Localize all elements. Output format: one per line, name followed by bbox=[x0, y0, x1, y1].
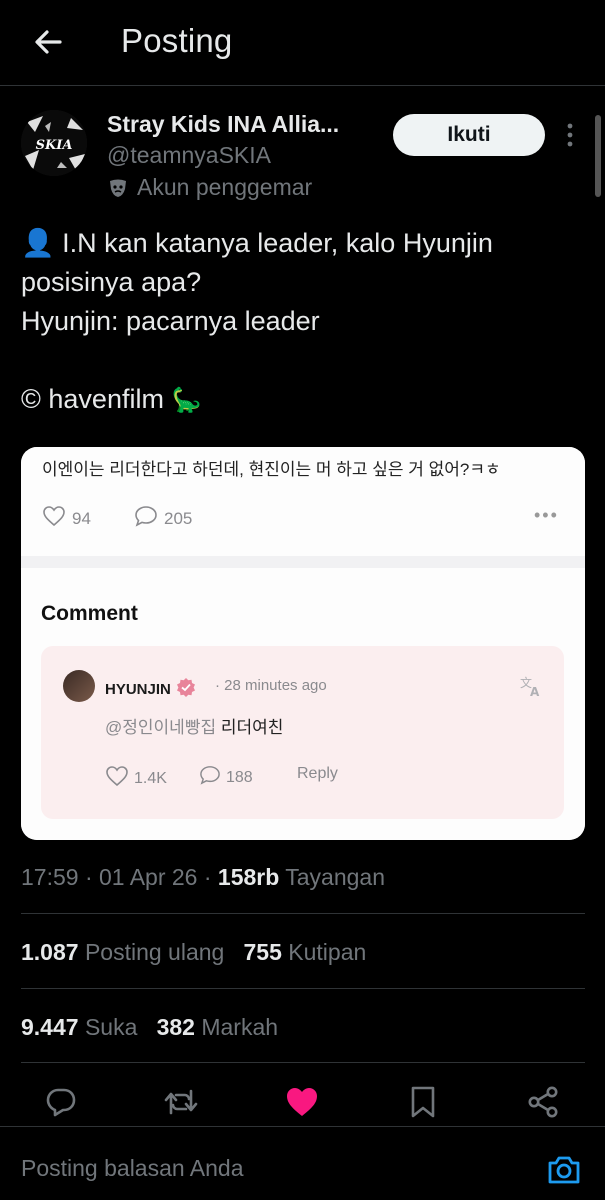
dinosaur-emoji: 🦕 bbox=[171, 387, 202, 414]
mask-icon bbox=[107, 177, 129, 199]
embedded-post: 이엔이는 리더한다고 하던데, 현진이는 머 하고 싶은 거 없어?ㅋㅎ 94 … bbox=[21, 447, 585, 556]
divider bbox=[21, 913, 585, 914]
avatar[interactable]: SKIA bbox=[21, 110, 87, 176]
post-line-blank bbox=[21, 341, 581, 380]
reposts-link[interactable]: 1.087 Posting ulang bbox=[21, 939, 224, 965]
comment-replies: 188 bbox=[199, 765, 253, 790]
embedded-post-text: 이엔이는 리더한다고 하던데, 현진이는 머 하고 싶은 거 없어?ㅋㅎ bbox=[42, 460, 501, 479]
quotes-link[interactable]: 755 Kutipan bbox=[244, 939, 367, 965]
media-image[interactable]: 이엔이는 리더한다고 하던데, 현진이는 머 하고 싶은 거 없어?ㅋㅎ 94 … bbox=[21, 447, 585, 840]
bookmark-icon[interactable] bbox=[405, 1082, 441, 1122]
post-meta: 17:59 · 01 Apr 26 · 158rb Tayangan bbox=[21, 864, 385, 891]
embedded-likes: 94 bbox=[42, 505, 91, 532]
comment-likes: 1.4K bbox=[105, 765, 167, 792]
post-line-2: posisinya apa? bbox=[21, 267, 202, 297]
author-handle[interactable]: @teamnyaSKIA bbox=[107, 142, 271, 169]
comment-bubble-icon bbox=[134, 505, 158, 532]
follow-button[interactable]: Ikuti bbox=[393, 114, 545, 156]
post-text: 👤 I.N kan katanya leader, kalo Hyunjin p… bbox=[21, 224, 581, 420]
comment-time: · 28 minutes ago bbox=[215, 677, 327, 694]
views-count: 158rb bbox=[217, 864, 280, 890]
reply-icon[interactable] bbox=[43, 1082, 79, 1122]
divider bbox=[21, 988, 585, 989]
comment-bubble-icon bbox=[199, 765, 221, 790]
post-line-credit: © havenfilm 🦕 bbox=[21, 380, 581, 420]
comment-avatar bbox=[63, 670, 95, 702]
account-badge: Akun penggemar bbox=[107, 174, 312, 201]
svg-text:A: A bbox=[530, 685, 540, 698]
avatar-logo-text: SKIA bbox=[36, 138, 73, 153]
divider bbox=[21, 1062, 585, 1063]
bookmarks-label: Markah bbox=[201, 1014, 279, 1040]
quotes-count: 755 bbox=[243, 939, 282, 965]
embedded-comment-section: Comment HYUNJIN · 28 minutes ago 文A @정인이… bbox=[21, 568, 585, 840]
heart-outline-icon bbox=[105, 765, 129, 792]
scrollbar[interactable] bbox=[595, 115, 601, 197]
action-bar bbox=[0, 1082, 605, 1126]
verified-icon bbox=[176, 677, 196, 701]
camera-icon[interactable] bbox=[546, 1152, 582, 1188]
credit-text: © havenfilm bbox=[21, 384, 164, 414]
likes-label: Suka bbox=[84, 1014, 138, 1040]
reply-bar: Posting balasan Anda bbox=[0, 1126, 605, 1200]
like-stats: 9.447 Suka 382 Markah bbox=[21, 1014, 278, 1041]
quotes-label: Kutipan bbox=[288, 939, 367, 965]
comment-author: HYUNJIN bbox=[105, 677, 196, 701]
bookmarks-count: 382 bbox=[156, 1014, 195, 1040]
translate-icon: 文A bbox=[519, 674, 543, 699]
embedded-more-icon: ••• bbox=[534, 505, 559, 525]
comment-reply-label: Reply bbox=[297, 765, 338, 782]
reply-input[interactable]: Posting balasan Anda bbox=[21, 1155, 244, 1182]
heart-outline-icon bbox=[42, 505, 66, 532]
comment-heading: Comment bbox=[41, 602, 138, 625]
author-name[interactable]: Stray Kids INA Allia... bbox=[107, 111, 339, 138]
page-title: Posting bbox=[121, 22, 233, 59]
post-line-3: Hyunjin: pacarnya leader bbox=[21, 306, 320, 336]
more-vertical-icon[interactable] bbox=[563, 122, 577, 148]
reposts-label: Posting ulang bbox=[84, 939, 225, 965]
embedded-separator bbox=[21, 556, 585, 568]
back-arrow-icon[interactable] bbox=[28, 22, 68, 62]
views-label: Tayangan bbox=[285, 864, 386, 890]
embedded-likes-count: 94 bbox=[72, 508, 91, 528]
badge-label: Akun penggemar bbox=[137, 174, 313, 200]
comment-body: 리더여친 bbox=[220, 718, 284, 737]
comment-author-name: HYUNJIN bbox=[105, 680, 171, 698]
likes-count: 9.447 bbox=[21, 1014, 79, 1040]
embedded-comments-count: 205 bbox=[164, 508, 193, 528]
post-timestamp: 17:59 · 01 Apr 26 · bbox=[21, 864, 212, 890]
share-icon[interactable] bbox=[525, 1082, 561, 1122]
comment-mention: @정인이네빵집 bbox=[105, 718, 217, 737]
comment-text: @정인이네빵집 리더여친 bbox=[105, 713, 283, 738]
repost-stats: 1.087 Posting ulang 755 Kutipan bbox=[21, 939, 366, 966]
bookmarks-link[interactable]: 382 Markah bbox=[157, 1014, 278, 1040]
embedded-comments: 205 bbox=[134, 505, 192, 532]
reposts-count: 1.087 bbox=[21, 939, 79, 965]
comment-replies-count: 188 bbox=[226, 768, 253, 786]
top-bar: Posting bbox=[0, 0, 605, 86]
comment-box: HYUNJIN · 28 minutes ago 文A @정인이네빵집 리더여친… bbox=[41, 646, 564, 819]
likes-link[interactable]: 9.447 Suka bbox=[21, 1014, 137, 1040]
post-line-1: 👤 I.N kan katanya leader, kalo Hyunjin bbox=[21, 228, 493, 258]
heart-icon[interactable] bbox=[284, 1082, 320, 1122]
repost-icon[interactable] bbox=[163, 1082, 199, 1122]
comment-likes-count: 1.4K bbox=[134, 769, 167, 787]
